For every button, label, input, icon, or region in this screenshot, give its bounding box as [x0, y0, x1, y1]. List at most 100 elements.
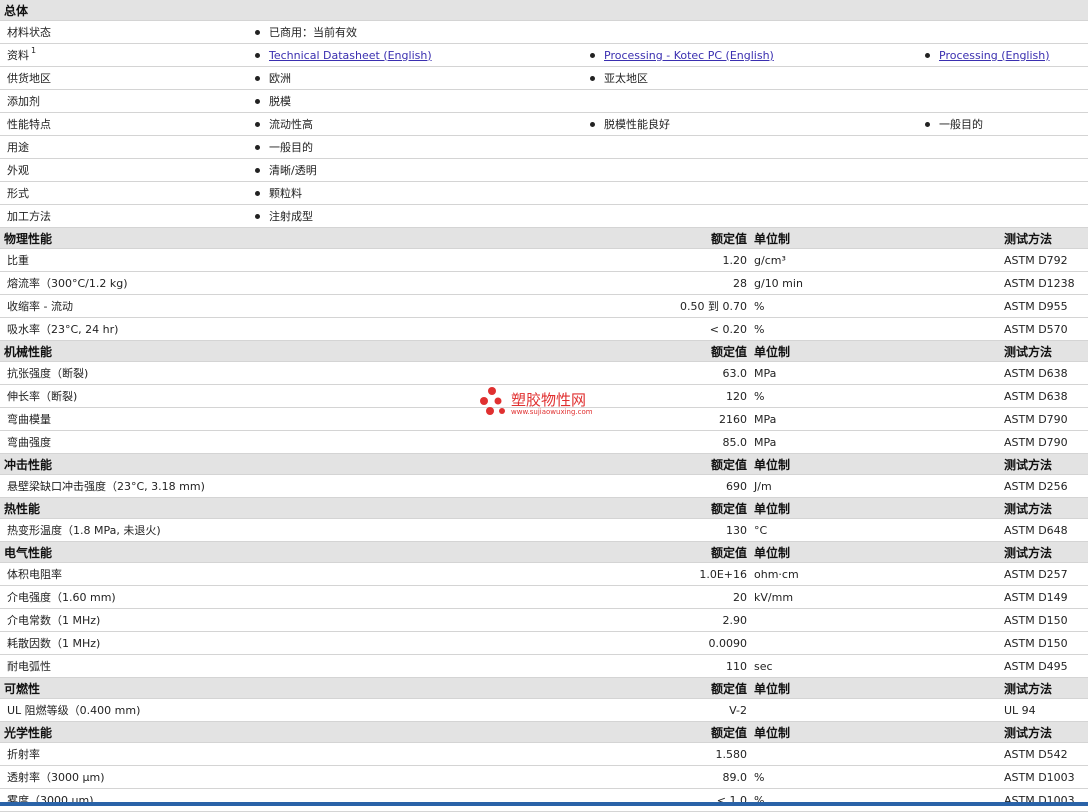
property-label: 折射率 [7, 748, 40, 761]
column-header-unit: 单位制 [754, 725, 791, 740]
bullet-icon [590, 75, 595, 81]
datasheet-link[interactable]: Processing (English) [939, 49, 1050, 62]
bullet-text: 一般目的 [939, 118, 983, 131]
row-label: 外观 [7, 164, 29, 177]
property-label: 体积电阻率 [7, 568, 62, 581]
property-test-method: ASTM D570 [1004, 322, 1068, 336]
property-test-method: ASTM D1238 [1004, 276, 1075, 290]
section-title: 物理性能 [4, 231, 53, 246]
bullet-icon [255, 29, 260, 35]
property-unit: % [754, 770, 765, 784]
property-value: 0.0090 [708, 636, 748, 650]
property-label: 弯曲模量 [7, 413, 51, 426]
property-row: 热变形温度（1.8 MPa, 未退火) 130 °C ASTM D648 [0, 519, 1088, 542]
property-test-method: ASTM D257 [1004, 567, 1068, 581]
property-unit: sec [754, 659, 773, 673]
column-header-test: 测试方法 [1004, 231, 1053, 246]
column-header-value: 额定值 [710, 681, 747, 696]
general-row: 材料状态 已商用：当前有效 [0, 21, 1088, 44]
bullet-text: 亚太地区 [604, 72, 648, 85]
property-unit: MPa [754, 366, 777, 380]
property-row: 收缩率 - 流动 0.50 到 0.70% ASTM D955 [0, 295, 1088, 318]
bullet-icon [255, 167, 260, 173]
property-section-header: 冲击性能 额定值 单位制 测试方法 [0, 454, 1088, 475]
property-section-header: 热性能 额定值 单位制 测试方法 [0, 498, 1088, 519]
section-title: 电气性能 [4, 545, 53, 560]
column-header-test: 测试方法 [1004, 725, 1053, 740]
bullet-icon [590, 121, 595, 127]
property-label: 耗散因数（1 MHz) [7, 637, 101, 650]
bullet-icon [925, 52, 930, 58]
column-header-test: 测试方法 [1004, 681, 1053, 696]
property-value: < 0.20 [709, 322, 747, 336]
row-label: 添加剂 [7, 95, 40, 108]
column-header-value: 额定值 [710, 344, 747, 359]
property-label: 雾度（3000 µm) [7, 794, 94, 807]
property-row: 抗张强度（断裂) 63.0 MPa ASTM D638 [0, 362, 1088, 385]
general-row: 供货地区 欧洲 亚太地区 [0, 67, 1088, 90]
property-section-header: 光学性能 额定值 单位制 测试方法 [0, 722, 1088, 743]
bullet-item: 欧洲 [255, 67, 291, 89]
property-test-method: ASTM D638 [1004, 366, 1068, 380]
property-test-method: ASTM D256 [1004, 479, 1068, 493]
property-unit: % [754, 322, 765, 336]
property-test-method: ASTM D790 [1004, 435, 1068, 449]
property-value: 63.0 [722, 366, 748, 380]
section-title: 冲击性能 [4, 457, 53, 472]
property-row: UL 阻燃等级（0.400 mm) V-2 UL 94 [0, 699, 1088, 722]
property-unit: % [754, 389, 765, 403]
section-title: 光学性能 [4, 725, 53, 740]
column-header-unit: 单位制 [754, 681, 791, 696]
bullet-item: 已商用：当前有效 [255, 21, 357, 43]
datasheet-link[interactable]: Processing - Kotec PC (English) [604, 49, 774, 62]
footnote-marker: 1 [31, 45, 37, 55]
property-row: 比重 1.20 g/cm³ ASTM D792 [0, 249, 1088, 272]
property-value: 1.20 [722, 253, 748, 267]
property-value: < 1.0 [716, 793, 747, 807]
property-label: 抗张强度（断裂) [7, 367, 89, 380]
property-test-method: UL 94 [1004, 703, 1036, 717]
property-label: 悬壁梁缺口冲击强度（23°C, 3.18 mm) [7, 480, 205, 493]
property-value: 89.0 [722, 770, 748, 784]
property-row: 熔流率（300°C/1.2 kg) 28 g/10 min ASTM D1238 [0, 272, 1088, 295]
property-value: 120 [726, 389, 747, 403]
row-label: 资料 1 [7, 45, 37, 63]
property-test-method: ASTM D149 [1004, 590, 1068, 604]
property-value: 2160 [719, 412, 747, 426]
property-section-header: 电气性能 额定值 单位制 测试方法 [0, 542, 1088, 563]
property-row: 悬壁梁缺口冲击强度（23°C, 3.18 mm) 690 J/m ASTM D256 [0, 475, 1088, 498]
column-header-test: 测试方法 [1004, 344, 1053, 359]
bullet-icon [255, 98, 260, 104]
property-row: 体积电阻率 1.0E+16 ohm·cm ASTM D257 [0, 563, 1088, 586]
bullet-item: Technical Datasheet (English) [255, 44, 432, 66]
bullet-item: 颗粒料 [255, 182, 302, 204]
bullet-text: 流动性高 [269, 118, 313, 131]
column-header-unit: 单位制 [754, 457, 791, 472]
bullet-item: 注射成型 [255, 205, 313, 227]
property-label: 比重 [7, 254, 29, 267]
property-unit: % [754, 299, 765, 313]
watermark-logo: 塑胶物性网 www.sujiaowuxing.com [478, 383, 618, 423]
property-label: 收缩率 - 流动 [7, 300, 73, 313]
general-row: 形式 颗粒料 [0, 182, 1088, 205]
property-unit: °C [754, 523, 768, 537]
bullet-icon [255, 144, 260, 150]
bullet-icon [925, 121, 930, 127]
bullet-item: 一般目的 [925, 113, 983, 135]
property-value: 2.90 [722, 613, 748, 627]
bullet-text: 清晰/透明 [269, 164, 317, 177]
watermark-dots-icon [480, 387, 505, 415]
property-unit: g/10 min [754, 276, 803, 290]
property-label: 介电常数（1 MHz) [7, 614, 101, 627]
datasheet-link[interactable]: Technical Datasheet (English) [269, 49, 432, 62]
watermark-url: www.sujiaowuxing.com [511, 408, 593, 416]
bullet-item: 脱模性能良好 [590, 113, 670, 135]
property-row: 透射率（3000 µm) 89.0% ASTM D1003 [0, 766, 1088, 789]
property-value: 20 [733, 590, 747, 604]
row-label: 性能特点 [7, 118, 51, 131]
section-title: 总体 [4, 3, 29, 18]
general-row: 外观 清晰/透明 [0, 159, 1088, 182]
bullet-text: 欧洲 [269, 72, 291, 85]
column-header-test: 测试方法 [1004, 545, 1053, 560]
row-label: 加工方法 [7, 210, 51, 223]
